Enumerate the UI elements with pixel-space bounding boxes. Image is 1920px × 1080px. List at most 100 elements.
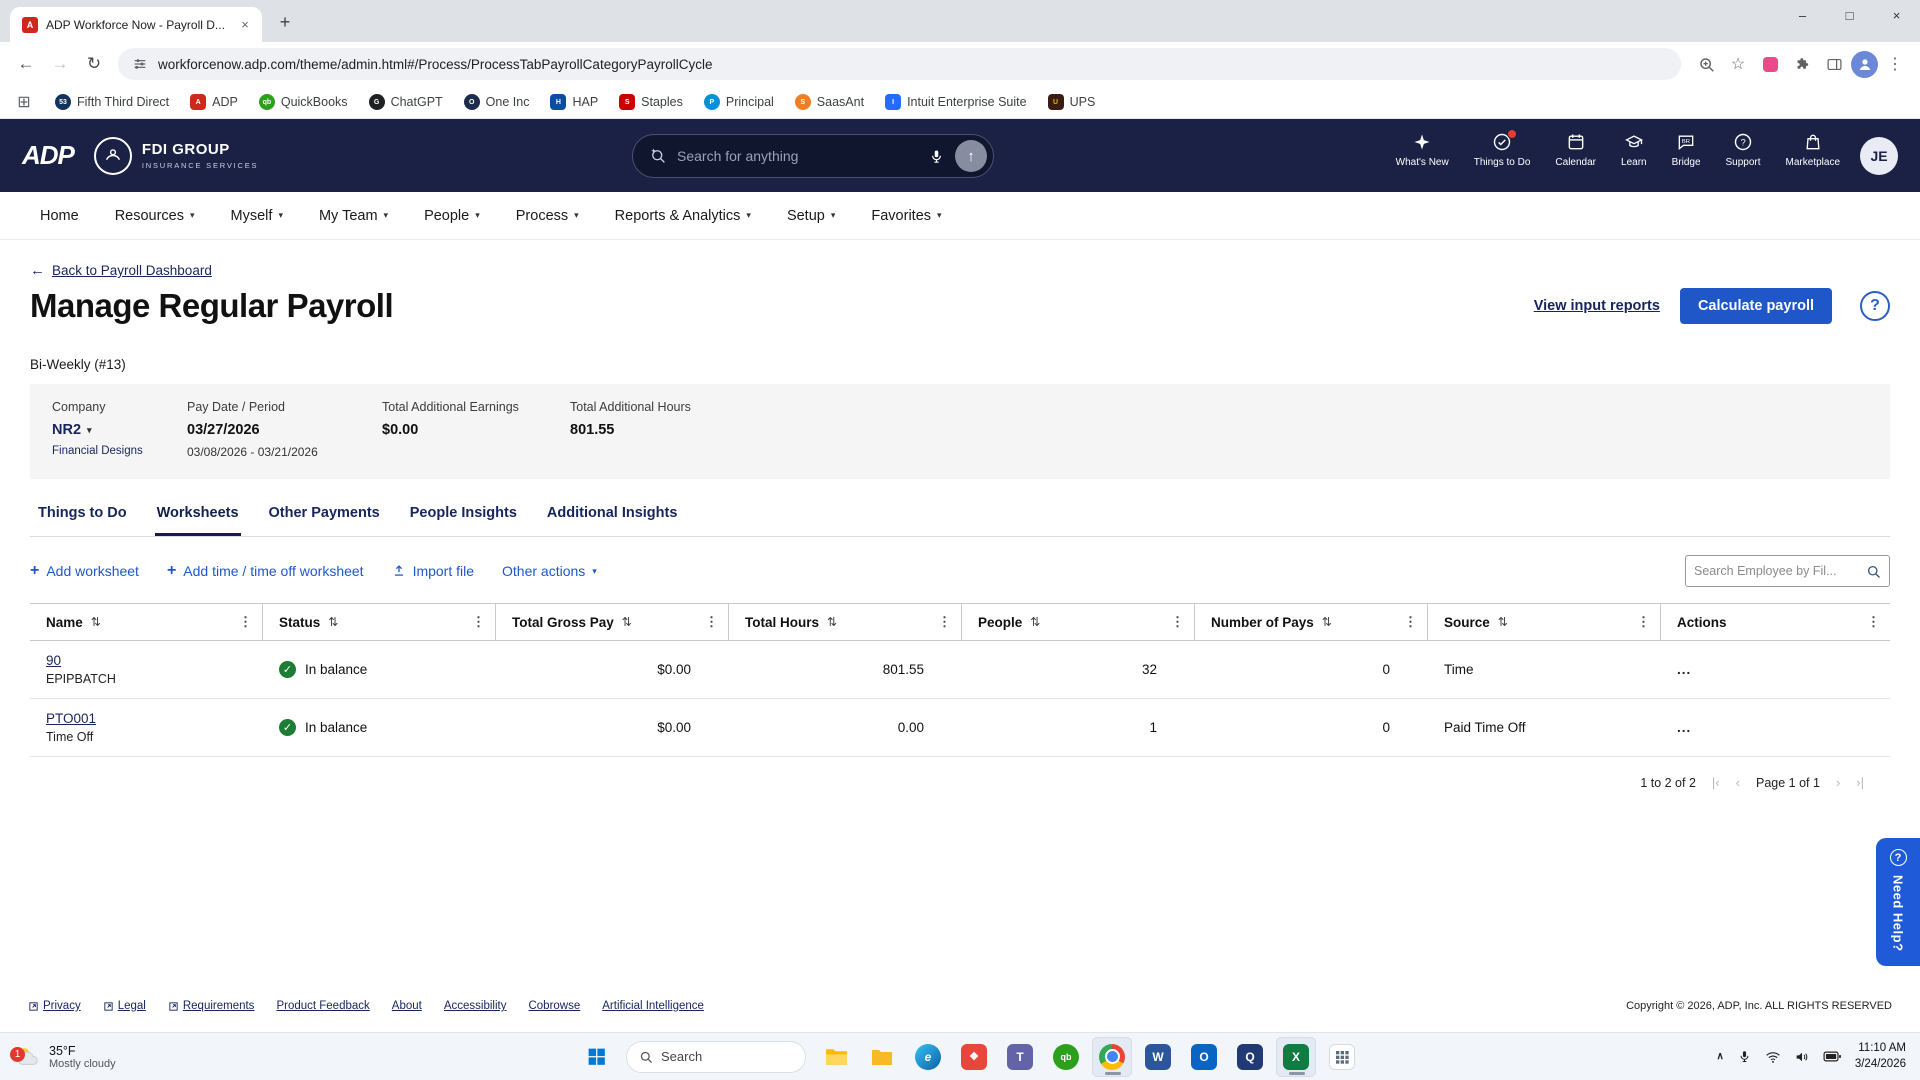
bookmark-item[interactable]: ChatGPT	[368, 94, 443, 110]
user-avatar[interactable]: JE	[1860, 137, 1898, 175]
row-actions-menu[interactable]: ...	[1677, 720, 1691, 735]
employee-search-box[interactable]	[1685, 555, 1890, 587]
nav-myself[interactable]: Myself ▾	[231, 208, 283, 224]
browser-menu-icon[interactable]: ⋮	[1880, 49, 1910, 79]
taskbar-clock[interactable]: 11:10 AM 3/24/2026	[1855, 1041, 1906, 1072]
volume-icon[interactable]	[1794, 1049, 1810, 1065]
taskbar-search[interactable]: Search	[626, 1040, 806, 1073]
extensions-puzzle-icon[interactable]	[1787, 49, 1817, 79]
browser-back-button[interactable]: ←	[10, 48, 42, 80]
import-file-button[interactable]: Import file	[392, 563, 474, 579]
bookmark-item[interactable]: Staples	[619, 94, 683, 110]
learn-button[interactable]: Learn	[1621, 132, 1647, 168]
bookmark-item[interactable]: ADP	[190, 94, 238, 110]
column-menu-icon[interactable]: ⋮	[705, 614, 718, 630]
company-link[interactable]: Financial Designs	[52, 445, 143, 457]
column-menu-icon[interactable]: ⋮	[1637, 614, 1650, 630]
hidden-icons-chevron[interactable]: ∧	[1717, 1051, 1724, 1062]
column-header-total-hours[interactable]: Total Hours ⇅ ⋮	[729, 604, 962, 640]
sort-icon[interactable]: ⇅	[827, 615, 837, 629]
column-menu-icon[interactable]: ⋮	[1867, 614, 1880, 630]
nav-favorites[interactable]: Favorites ▾	[871, 208, 941, 224]
calculate-payroll-button[interactable]: Calculate payroll	[1679, 288, 1832, 324]
footer-legal-link[interactable]: Legal	[103, 1000, 146, 1012]
zoom-icon[interactable]	[1691, 49, 1721, 79]
mic-tray-icon[interactable]	[1737, 1049, 1752, 1064]
search-submit-button[interactable]: ↑	[955, 140, 987, 172]
file-explorer-icon[interactable]	[816, 1037, 856, 1077]
tab-worksheets[interactable]: Worksheets	[154, 505, 241, 536]
bridge-button[interactable]: BR Bridge	[1672, 132, 1701, 168]
next-page-icon[interactable]: ›	[1836, 775, 1840, 790]
column-menu-icon[interactable]: ⋮	[1171, 614, 1184, 630]
column-header-actions[interactable]: Actions ⋮	[1661, 604, 1890, 640]
footer-cobrowse-link[interactable]: Cobrowse	[528, 1000, 580, 1012]
nav-resources[interactable]: Resources ▾	[115, 208, 195, 224]
start-button[interactable]	[576, 1037, 616, 1077]
column-header-people[interactable]: People ⇅ ⋮	[962, 604, 1195, 640]
window-close-button[interactable]: ×	[1873, 0, 1920, 42]
wifi-icon[interactable]	[1765, 1049, 1781, 1065]
company-selector[interactable]: NR2 ▾	[52, 422, 177, 438]
edge-icon[interactable]	[908, 1037, 948, 1077]
column-header-number-of-pays[interactable]: Number of Pays ⇅ ⋮	[1195, 604, 1428, 640]
tab-additional-insights[interactable]: Additional Insights	[545, 505, 680, 536]
bookmark-item[interactable]: HAP	[550, 94, 598, 110]
photos-icon[interactable]	[954, 1037, 994, 1077]
worksheet-link[interactable]: 90	[46, 653, 61, 668]
apps-grid-icon[interactable]: ⊞	[14, 87, 34, 117]
back-to-dashboard-link[interactable]: Back to Payroll Dashboard	[52, 263, 212, 278]
help-icon[interactable]: ?	[1860, 291, 1890, 321]
chrome-icon[interactable]	[1092, 1036, 1132, 1077]
nav-reports-analytics[interactable]: Reports & Analytics ▾	[615, 208, 751, 224]
browser-tab[interactable]: ADP Workforce Now - Payroll D... ×	[10, 7, 262, 42]
nav-process[interactable]: Process ▾	[516, 208, 579, 224]
bookmark-item[interactable]: Principal	[703, 94, 774, 110]
bookmark-item[interactable]: Fifth Third Direct	[55, 94, 169, 110]
tab-other-payments[interactable]: Other Payments	[267, 505, 382, 536]
footer-privacy-link[interactable]: Privacy	[28, 1000, 81, 1012]
adp-logo[interactable]: ADP	[22, 140, 75, 171]
nav-people[interactable]: People ▾	[424, 208, 480, 224]
browser-forward-button[interactable]: →	[44, 48, 76, 80]
nav-my-team[interactable]: My Team ▾	[319, 208, 388, 224]
tab-close-icon[interactable]: ×	[236, 16, 254, 34]
footer-accessibility-link[interactable]: Accessibility	[444, 1000, 507, 1012]
employee-search-input[interactable]	[1694, 564, 1866, 578]
outlook-icon[interactable]	[1184, 1037, 1224, 1077]
tab-things-to-do[interactable]: Things to Do	[36, 505, 129, 536]
column-menu-icon[interactable]: ⋮	[472, 614, 485, 630]
new-tab-button[interactable]: +	[272, 9, 298, 35]
column-header-gross-pay[interactable]: Total Gross Pay ⇅ ⋮	[496, 604, 729, 640]
sort-icon[interactable]: ⇅	[1498, 615, 1508, 629]
sort-icon[interactable]: ⇅	[622, 615, 632, 629]
bookmark-item[interactable]: UPS	[1047, 94, 1095, 110]
window-maximize-button[interactable]: □	[1826, 0, 1873, 42]
quickbooks-icon[interactable]	[1046, 1037, 1086, 1077]
browser-refresh-button[interactable]: ↻	[78, 48, 110, 80]
browser-profile-avatar[interactable]	[1851, 50, 1878, 78]
apps-grid-icon[interactable]	[1322, 1037, 1362, 1077]
address-bar[interactable]: workforcenow.adp.com/theme/admin.html#/P…	[118, 48, 1681, 80]
previous-page-icon[interactable]: ‹	[1736, 775, 1740, 790]
global-search[interactable]: ↑	[632, 134, 994, 178]
mic-icon[interactable]	[928, 148, 945, 165]
footer-about-link[interactable]: About	[392, 1000, 422, 1012]
battery-icon[interactable]	[1823, 1049, 1842, 1064]
other-actions-dropdown[interactable]: Other actions ▾	[502, 563, 597, 579]
column-menu-icon[interactable]: ⋮	[938, 614, 951, 630]
column-menu-icon[interactable]: ⋮	[239, 614, 252, 630]
worksheet-link[interactable]: PTO001	[46, 711, 96, 726]
bookmark-item[interactable]: Intuit Enterprise Suite	[885, 94, 1027, 110]
window-minimize-button[interactable]: –	[1779, 0, 1826, 42]
sort-icon[interactable]: ⇅	[91, 615, 101, 629]
need-help-tab[interactable]: ? Need Help?	[1876, 838, 1920, 966]
side-panel-icon[interactable]	[1819, 49, 1849, 79]
sort-icon[interactable]: ⇅	[328, 615, 338, 629]
teams-icon[interactable]	[1000, 1037, 1040, 1077]
add-worksheet-button[interactable]: + Add worksheet	[30, 562, 139, 580]
weather-widget[interactable]: 1 35°F Mostly cloudy	[0, 1043, 130, 1070]
column-header-status[interactable]: Status ⇅ ⋮	[263, 604, 496, 640]
footer-ai-link[interactable]: Artificial Intelligence	[602, 1000, 704, 1012]
sort-icon[interactable]: ⇅	[1322, 615, 1332, 629]
